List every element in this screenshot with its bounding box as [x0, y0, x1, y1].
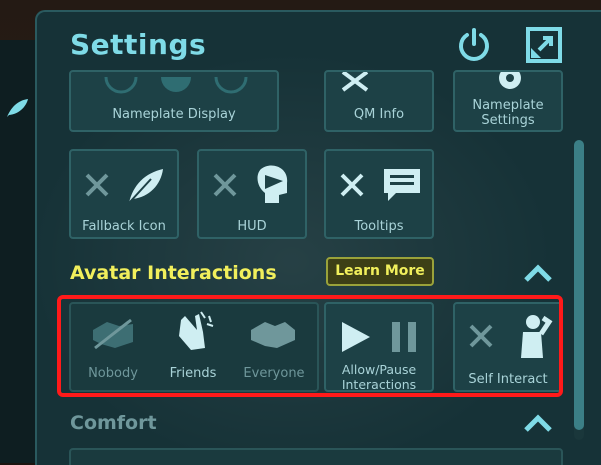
- close-icon: [213, 173, 237, 197]
- close-icon: [85, 173, 109, 197]
- nameplate-display-tile[interactable]: Nameplate Display: [69, 70, 279, 132]
- learn-more-button[interactable]: Learn More: [326, 257, 434, 286]
- tile-label: HUD: [237, 219, 267, 234]
- nameplate-options-icon: [104, 76, 248, 94]
- expand-icon[interactable]: [525, 26, 563, 64]
- settings-panel: Settings Nameplate Display QM Info Namep…: [35, 10, 601, 465]
- page-title: Settings: [70, 28, 207, 61]
- gear-icon: [499, 72, 521, 89]
- chevron-up-icon[interactable]: [523, 414, 553, 432]
- speech-bubble-icon: [384, 169, 420, 201]
- feather-icon: [128, 169, 163, 204]
- selection-highlight: [57, 295, 563, 397]
- tile-label: Nameplate Display: [112, 107, 236, 122]
- side-dock: [0, 40, 38, 463]
- chevron-up-icon[interactable]: [523, 264, 553, 282]
- head-hud-icon: [257, 165, 288, 203]
- tooltips-tile[interactable]: Tooltips: [324, 149, 434, 239]
- comfort-heading: Comfort: [70, 412, 157, 434]
- tile-label: Tooltips: [354, 219, 404, 234]
- hud-tile[interactable]: HUD: [197, 149, 307, 239]
- close-icon: [341, 72, 369, 92]
- avatar-interactions-heading: Avatar Interactions: [70, 262, 277, 284]
- tile-label: Fallback Icon: [82, 219, 166, 234]
- nameplate-settings-tile[interactable]: Nameplate Settings: [453, 70, 563, 132]
- tile-label: QM Info: [353, 107, 405, 122]
- tile-label: Nameplate Settings: [472, 98, 544, 128]
- power-icon[interactable]: [455, 26, 493, 64]
- feather-icon[interactable]: [4, 95, 30, 121]
- scrollbar-thumb[interactable]: [574, 140, 584, 430]
- close-icon: [340, 173, 364, 197]
- fallback-icon-tile[interactable]: Fallback Icon: [69, 149, 179, 239]
- comfort-section-tiles: [69, 448, 563, 465]
- qm-info-tile[interactable]: QM Info: [324, 70, 434, 132]
